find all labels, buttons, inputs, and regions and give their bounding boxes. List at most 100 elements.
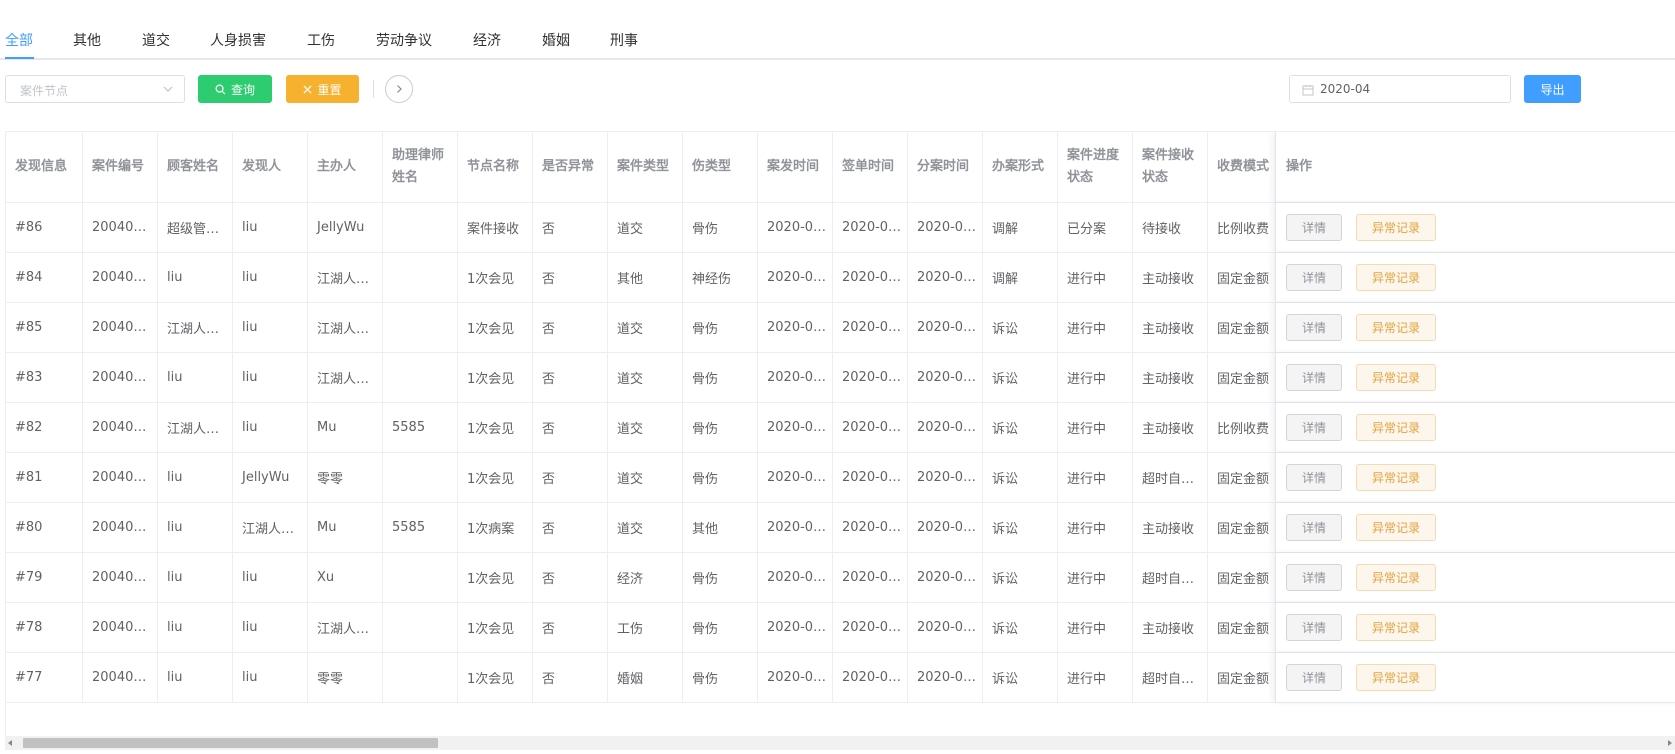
abnormal-record-button[interactable]: 异常记录: [1356, 314, 1436, 341]
expand-filters-button[interactable]: [385, 75, 413, 103]
search-button[interactable]: 查询: [198, 75, 272, 103]
cell-fee-mode: 固定金额: [1208, 503, 1276, 552]
detail-button[interactable]: 详情: [1286, 464, 1342, 491]
abnormal-record-button[interactable]: 异常记录: [1356, 614, 1436, 641]
table-row: #83 20040… liu liu 江湖人… 1次会见否道交 骨伤 2020-0… 2020-…: [6, 353, 1675, 403]
abnormal-record-button[interactable]: 异常记录: [1356, 364, 1436, 391]
cell-is-abnormal: 否: [533, 503, 608, 552]
tab-economic[interactable]: 经济: [473, 30, 501, 50]
cell-signing-time: 2020-0…: [833, 603, 908, 652]
detail-button[interactable]: 详情: [1286, 414, 1342, 441]
cell-progress-status: 进行中: [1058, 653, 1133, 702]
cell-operations: 详情 异常记录: [1276, 653, 1675, 702]
cell-incident-time: 2020-0…: [758, 553, 833, 602]
cell-case-number: 20040…: [83, 253, 158, 302]
scroll-right-arrow-icon[interactable]: [1668, 740, 1672, 746]
cell-handling-form: 诉讼: [983, 403, 1058, 452]
table-row: #81 20040… liu JellyWu 零零 1次会见否道交 骨伤 2020-0… 202…: [6, 453, 1675, 503]
detail-button[interactable]: 详情: [1286, 314, 1342, 341]
export-button-label: 导出: [1540, 82, 1565, 97]
cell-is-abnormal: 否: [533, 653, 608, 702]
cell-signing-time: 2020-0…: [833, 653, 908, 702]
cell-case-type: 道交: [608, 453, 683, 502]
cell-signing-time: 2020-0…: [833, 203, 908, 252]
abnormal-record-button[interactable]: 异常记录: [1356, 214, 1436, 241]
cell-discoverer: 江湖人…: [233, 503, 308, 552]
tab-other[interactable]: 其他: [73, 30, 101, 50]
scrollbar-thumb[interactable]: [23, 738, 438, 748]
detail-button[interactable]: 详情: [1286, 564, 1342, 591]
export-button[interactable]: 导出: [1524, 75, 1581, 103]
tab-marriage[interactable]: 婚姻: [542, 30, 570, 50]
cell-node-name: 案件接收: [458, 203, 533, 252]
tab-traffic[interactable]: 道交: [142, 30, 170, 50]
detail-button[interactable]: 详情: [1286, 614, 1342, 641]
cell-signing-time: 2020-0…: [833, 453, 908, 502]
cell-case-number: 20040…: [83, 353, 158, 402]
cell-injury-type: 骨伤: [683, 353, 758, 402]
abnormal-record-button[interactable]: 异常记录: [1356, 514, 1436, 541]
cell-node-name: 1次会见: [458, 253, 533, 302]
cell-fee-mode: 比例收费: [1208, 403, 1276, 452]
tab-labor-dispute[interactable]: 劳动争议: [376, 30, 432, 50]
cell-case-number: 20040…: [83, 203, 158, 252]
cell-customer-name: liu: [158, 253, 233, 302]
cell-case-type: 工伤: [608, 603, 683, 652]
abnormal-record-button[interactable]: 异常记录: [1356, 564, 1436, 591]
detail-button[interactable]: 详情: [1286, 264, 1342, 291]
tab-criminal[interactable]: 刑事: [610, 30, 638, 50]
detail-button[interactable]: 详情: [1286, 514, 1342, 541]
horizontal-scrollbar[interactable]: [5, 736, 1675, 750]
cell-operations: 详情 异常记录: [1276, 403, 1675, 452]
cell-discovery-info: #82: [6, 403, 83, 452]
tab-personal-injury[interactable]: 人身损害: [210, 30, 266, 50]
header-assistant-lawyer: 助理律师姓名: [383, 132, 458, 202]
cell-assignment-time: 2020-0…: [908, 353, 983, 402]
abnormal-record-button[interactable]: 异常记录: [1356, 464, 1436, 491]
cell-operations: 详情 异常记录: [1276, 303, 1675, 352]
header-node-name: 节点名称: [458, 132, 533, 202]
cell-incident-time: 2020-0…: [758, 603, 833, 652]
scroll-left-arrow-icon[interactable]: [8, 740, 12, 746]
table-row: #77 20040… liu liu 零零 1次会见否婚姻 骨伤 2020-0… 2020-0……: [6, 653, 1675, 703]
cell-lead-lawyer: Mu: [308, 503, 383, 552]
cell-operations: 详情 异常记录: [1276, 453, 1675, 502]
cell-assistant-lawyer: [383, 353, 458, 402]
cell-discoverer: liu: [233, 603, 308, 652]
cell-incident-time: 2020-0…: [758, 253, 833, 302]
detail-button[interactable]: 详情: [1286, 664, 1342, 691]
cell-is-abnormal: 否: [533, 553, 608, 602]
month-picker[interactable]: 2020-04: [1289, 75, 1511, 103]
search-icon: [215, 84, 226, 94]
case-node-select[interactable]: 案件节点: [5, 75, 185, 103]
cell-incident-time: 2020-0…: [758, 203, 833, 252]
abnormal-record-button[interactable]: 异常记录: [1356, 664, 1436, 691]
cell-progress-status: 进行中: [1058, 353, 1133, 402]
cell-handling-form: 调解: [983, 253, 1058, 302]
cell-assistant-lawyer: [383, 553, 458, 602]
detail-button[interactable]: 详情: [1286, 364, 1342, 391]
cell-fee-mode: 固定金额: [1208, 303, 1276, 352]
cell-discovery-info: #81: [6, 453, 83, 502]
tab-work-injury[interactable]: 工伤: [307, 30, 335, 50]
cell-incident-time: 2020-0…: [758, 403, 833, 452]
calendar-icon: [1302, 85, 1314, 96]
cell-assignment-time: 2020-0…: [908, 253, 983, 302]
cell-assistant-lawyer: [383, 453, 458, 502]
reset-button[interactable]: 重置: [286, 75, 359, 103]
cell-customer-name: liu: [158, 353, 233, 402]
cell-injury-type: 其他: [683, 503, 758, 552]
cell-injury-type: 神经伤: [683, 253, 758, 302]
cell-lead-lawyer: JellyWu: [308, 203, 383, 252]
detail-button[interactable]: 详情: [1286, 214, 1342, 241]
cell-progress-status: 进行中: [1058, 303, 1133, 352]
cell-case-number: 20040…: [83, 503, 158, 552]
cell-lead-lawyer: Mu: [308, 403, 383, 452]
tab-all[interactable]: 全部: [5, 30, 33, 50]
cell-case-type: 经济: [608, 553, 683, 602]
abnormal-record-button[interactable]: 异常记录: [1356, 414, 1436, 441]
abnormal-record-button[interactable]: 异常记录: [1356, 264, 1436, 291]
cell-node-name: 1次会见: [458, 653, 533, 702]
cell-discovery-info: #86: [6, 203, 83, 252]
cell-customer-name: 江湖人…: [158, 303, 233, 352]
